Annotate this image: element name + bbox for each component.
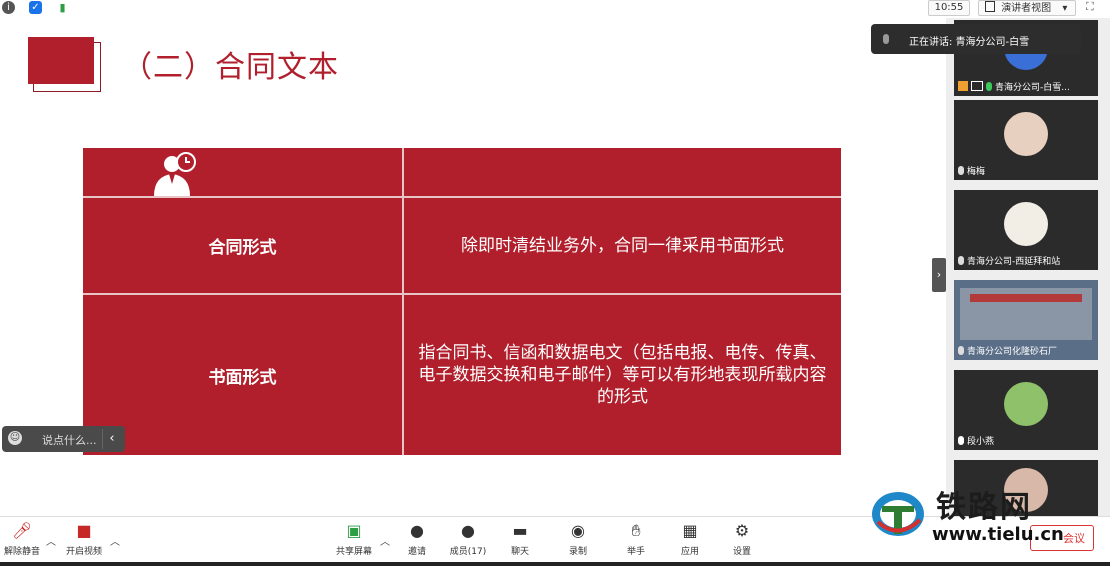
mic-muted-icon bbox=[958, 165, 964, 175]
chat-button[interactable]: ▬ 聊天 bbox=[498, 521, 542, 557]
signal-icon[interactable]: ▮ bbox=[56, 1, 69, 14]
mic-muted-icon bbox=[958, 255, 964, 265]
slide-title: （二）合同文本 bbox=[122, 50, 339, 85]
share-screen-icon bbox=[971, 81, 983, 91]
settings-label: 设置 bbox=[732, 547, 751, 557]
add-user-icon: ● bbox=[410, 521, 424, 540]
tielu-logo-icon bbox=[872, 492, 924, 536]
avatar bbox=[1004, 202, 1048, 246]
participant-tile[interactable]: 青海分公司-西延拜和站 bbox=[954, 190, 1098, 270]
record-button[interactable]: ◉ 录制 bbox=[556, 521, 600, 557]
raise-hand-button[interactable]: ✋︎ 举手 bbox=[614, 521, 658, 557]
emoji-icon[interactable]: ☺ bbox=[8, 431, 22, 445]
brand-url: www.tielu.cn bbox=[932, 524, 1064, 545]
invite-button[interactable]: ● 邀请 bbox=[395, 521, 439, 557]
share-screen-label: 共享屏幕 bbox=[335, 547, 372, 557]
shield-icon[interactable]: ✓ bbox=[29, 1, 42, 14]
mic-muted-icon: 🎤︎ bbox=[12, 521, 33, 540]
hand-icon: ✋︎ bbox=[631, 521, 641, 540]
members-label: 成员(17) bbox=[449, 547, 487, 557]
title-decoration-block bbox=[28, 37, 94, 84]
record-label: 录制 bbox=[568, 547, 587, 557]
top-bar: i ✓ ▮ 10:55 演讲者视图 ▾ ⛶ bbox=[0, 0, 1110, 18]
chevron-up-icon[interactable]: ︿ bbox=[380, 533, 390, 548]
quick-chat-bar[interactable]: ☺ 说点什么... ‹ bbox=[2, 426, 125, 452]
info-icon[interactable]: i bbox=[2, 1, 15, 14]
settings-button[interactable]: ⚙ 设置 bbox=[720, 521, 764, 557]
members-button[interactable]: ● 成员(17) bbox=[446, 521, 490, 557]
invite-label: 邀请 bbox=[407, 547, 426, 557]
active-speaker-banner: 正在讲话: 青海分公司-白雪 bbox=[871, 24, 1081, 54]
active-speaker-text: 正在讲话: 青海分公司-白雪 bbox=[909, 37, 1030, 48]
participant-tile[interactable]: 段小燕 bbox=[954, 370, 1098, 450]
apps-button[interactable]: ▦ 应用 bbox=[668, 521, 712, 557]
row-text-contract-form: 除即时清结业务外，合同一律采用书面形式 bbox=[461, 235, 784, 256]
clock: 10:55 bbox=[928, 0, 970, 16]
raise-hand-label: 举手 bbox=[626, 547, 645, 557]
start-video-label: 开启视频 bbox=[65, 547, 102, 557]
fullscreen-icon[interactable]: ⛶ bbox=[1086, 0, 1100, 14]
mic-muted-icon bbox=[958, 345, 964, 355]
share-screen-icon: ▣ bbox=[346, 521, 362, 540]
view-mode-icon bbox=[985, 1, 995, 12]
mic-on-icon bbox=[958, 435, 964, 445]
unmute-label: 解除静音 bbox=[3, 547, 40, 557]
panel-collapse-button[interactable]: › bbox=[932, 258, 946, 292]
gear-icon: ⚙ bbox=[734, 521, 750, 540]
view-mode-label: 演讲者视图 bbox=[1001, 3, 1052, 14]
mic-on-icon bbox=[986, 81, 992, 91]
participant-name: 青海分公司-白雪... bbox=[995, 82, 1070, 93]
participant-tile[interactable]: 青海分公司化隆砂石厂 bbox=[954, 280, 1098, 360]
chevron-down-icon: ▾ bbox=[1062, 3, 1068, 14]
unmute-button[interactable]: 🎤︎ 解除静音 bbox=[0, 521, 44, 557]
avatar bbox=[1004, 112, 1048, 156]
shared-slide: （二）合同文本 合同形式 除即时清结业务外，合同一律采用书面形式 书面形式 指合… bbox=[0, 18, 946, 516]
view-mode-button[interactable]: 演讲者视图 ▾ bbox=[978, 0, 1076, 16]
users-icon: ● bbox=[461, 521, 475, 540]
collapse-chevron-icon[interactable]: ‹ bbox=[102, 429, 121, 449]
avatar bbox=[1004, 382, 1048, 426]
record-icon: ◉ bbox=[571, 521, 585, 540]
bottom-strip bbox=[0, 562, 1110, 566]
video-feed bbox=[960, 288, 1092, 340]
video-off-icon: ■ bbox=[76, 521, 92, 540]
apps-label: 应用 bbox=[680, 547, 699, 557]
person-clock-icon bbox=[150, 152, 198, 196]
chevron-up-icon[interactable]: ︿ bbox=[110, 533, 120, 548]
site-watermark: 铁路网 www.tielu.cn bbox=[868, 480, 1093, 550]
contract-table: 合同形式 除即时清结业务外，合同一律采用书面形式 书面形式 指合同书、信函和数据… bbox=[83, 148, 841, 455]
share-screen-button[interactable]: ▣ 共享屏幕 bbox=[332, 521, 376, 557]
row-label-contract-form: 合同形式 bbox=[208, 238, 277, 258]
participant-name: 青海分公司-西延拜和站 bbox=[967, 256, 1061, 267]
participant-name: 青海分公司化隆砂石厂 bbox=[967, 346, 1058, 357]
host-icon bbox=[958, 81, 968, 91]
chevron-up-icon[interactable]: ︿ bbox=[46, 533, 56, 548]
chat-icon: ▬ bbox=[512, 521, 528, 540]
row-text-written-form: 指合同书、信函和数据电文（包括电报、电传、传真、电子数据交换和电子邮件）等可以有… bbox=[418, 343, 827, 407]
participant-name: 梅梅 bbox=[967, 166, 986, 177]
chat-label: 聊天 bbox=[510, 547, 529, 557]
participant-name: 段小燕 bbox=[967, 436, 995, 447]
chat-input[interactable]: 说点什么... bbox=[42, 432, 97, 448]
mic-muted-icon bbox=[883, 34, 889, 44]
participant-tile[interactable]: 梅梅 bbox=[954, 100, 1098, 180]
brand-text: 铁路网 bbox=[936, 490, 1032, 525]
apps-icon: ▦ bbox=[682, 521, 698, 540]
start-video-button[interactable]: ■ 开启视频 bbox=[62, 521, 106, 557]
row-label-written-form: 书面形式 bbox=[208, 367, 277, 388]
